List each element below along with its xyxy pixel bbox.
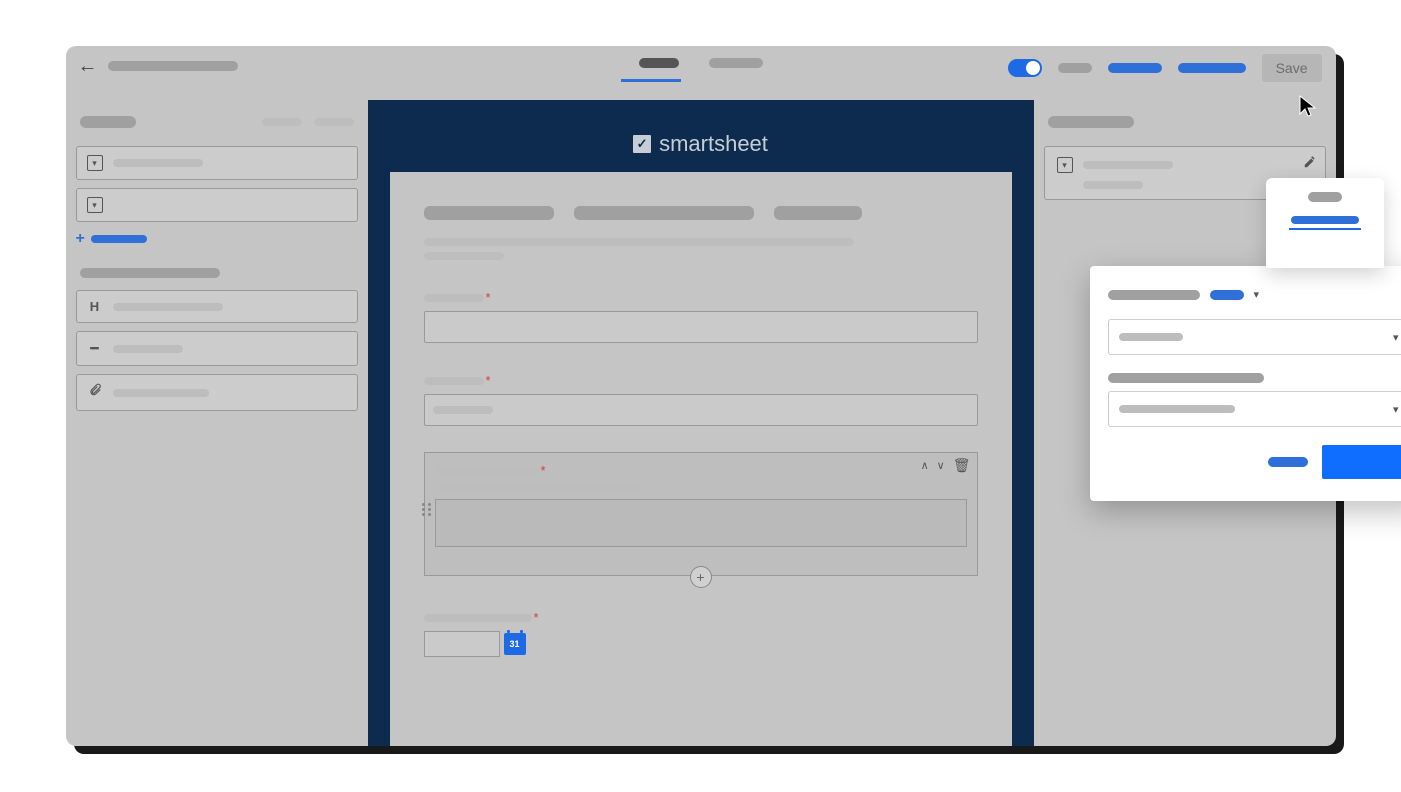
add-option-button[interactable]: + (690, 566, 712, 588)
sidebar-action-2[interactable] (314, 118, 354, 126)
element-header[interactable]: H (76, 290, 358, 323)
toggle-label (1058, 63, 1092, 73)
brand-logo: smartsheet (633, 116, 768, 172)
form-field-1-label (424, 294, 484, 302)
form-canvas: smartsheet * (368, 100, 1034, 746)
popover-confirm-button[interactable] (1322, 445, 1401, 479)
tab-underline (621, 79, 681, 82)
popover-label-2 (1108, 373, 1264, 383)
popover-select-2[interactable]: ▾ (1108, 391, 1401, 427)
element-attachment-label (113, 389, 209, 397)
form-field-4-label (424, 614, 532, 622)
form-field-3-selected[interactable]: ∧ ∨ 🗑 * + (424, 452, 978, 576)
sidebar-right-heading (1044, 112, 1326, 132)
form-field-2: * (424, 373, 978, 426)
form-field-1-input[interactable] (424, 311, 978, 343)
calendar-icon[interactable]: 31 (504, 633, 526, 655)
form-field-3-input[interactable] (435, 499, 967, 547)
element-attachment[interactable] (76, 374, 358, 411)
drag-handle-icon[interactable] (422, 503, 432, 516)
sidebar-action-1[interactable] (262, 118, 302, 126)
pencil-icon[interactable] (1303, 155, 1317, 174)
required-star-icon: * (541, 463, 546, 478)
form-field-2-input[interactable] (424, 394, 978, 426)
form-panel: * * ∧ ∨ 🗑 (390, 172, 1012, 746)
form-field-1: * (424, 290, 978, 343)
chevron-down-icon: ▾ (1393, 331, 1399, 344)
form-desc-line2 (424, 252, 504, 260)
date-input[interactable] (424, 631, 500, 657)
paperclip-icon (87, 383, 103, 402)
page-title (108, 61, 238, 71)
required-star-icon: * (486, 373, 491, 388)
divider-icon: ━ (87, 340, 103, 357)
element-divider[interactable]: ━ (76, 331, 358, 366)
form-desc-line1 (424, 238, 854, 246)
header-link-2[interactable] (1178, 63, 1246, 73)
move-down-icon[interactable]: ∨ (937, 459, 945, 472)
chevron-down-icon[interactable]: ▾ (1254, 288, 1260, 301)
trash-icon[interactable]: 🗑 (953, 457, 971, 474)
header-actions: Save (1008, 54, 1322, 82)
form-title-3 (774, 206, 862, 220)
form-field-2-label (424, 377, 484, 385)
tab-build[interactable] (639, 58, 679, 68)
header-tabs (639, 58, 763, 68)
popover-select-2-value (1119, 405, 1235, 413)
popover-condition-prefix (1108, 290, 1200, 300)
plus-icon: + (76, 230, 85, 248)
field-item-2[interactable]: ▾ (76, 188, 358, 222)
element-divider-label (113, 345, 183, 353)
form-field-2-value (433, 406, 493, 414)
form-title-2 (574, 206, 754, 220)
move-up-icon[interactable]: ∧ (921, 459, 929, 472)
required-star-icon: * (534, 610, 539, 625)
popover-select-1-value (1119, 333, 1183, 341)
add-field-label (91, 235, 147, 243)
element-header-label (113, 303, 223, 311)
rule-line2 (1083, 181, 1143, 189)
back-arrow-icon[interactable]: ← (78, 55, 98, 78)
form-field-3-help (435, 484, 645, 491)
popover-tab-label (1308, 192, 1342, 202)
sidebar-left: ▾ ▾ + H ━ (66, 100, 368, 746)
popover-link-label (1291, 216, 1359, 224)
header-link-1[interactable] (1108, 63, 1162, 73)
add-field-link[interactable]: + (76, 230, 358, 248)
heading-icon: H (87, 299, 103, 314)
popover-footer (1108, 445, 1401, 479)
popover-tab (1266, 178, 1384, 268)
tab-settings[interactable] (709, 58, 763, 68)
popover-select-1[interactable]: ▾ (1108, 319, 1401, 355)
form-field-3-label (435, 467, 539, 475)
save-button[interactable]: Save (1262, 54, 1322, 82)
sidebar-right-title (1048, 116, 1134, 128)
required-star-icon: * (486, 290, 491, 305)
app-frame: ← Save ▾ ▾ (66, 46, 1336, 746)
rule-line1 (1083, 161, 1173, 169)
sidebar-left-title (80, 116, 136, 128)
chevron-down-icon: ▾ (1393, 403, 1399, 416)
form-title-1 (424, 206, 554, 220)
field-toolbar: ∧ ∨ 🗑 (921, 457, 971, 474)
toggle-switch[interactable] (1008, 59, 1042, 77)
popover-cancel-button[interactable] (1268, 457, 1308, 467)
popover-condition-value[interactable] (1210, 290, 1244, 300)
field-item-1[interactable]: ▾ (76, 146, 358, 180)
brand-text: smartsheet (659, 131, 768, 157)
sidebar-left-heading (76, 112, 358, 132)
brand-check-icon (633, 135, 651, 153)
logic-popover: ▾ ▾ ▾ (1090, 266, 1401, 501)
dropdown-icon: ▾ (1057, 157, 1073, 173)
dropdown-icon: ▾ (87, 197, 103, 213)
form-field-4: * 31 (424, 610, 978, 657)
popover-tab-link[interactable] (1289, 216, 1361, 230)
form-elements-label (80, 268, 220, 278)
dropdown-icon: ▾ (87, 155, 103, 171)
field-item-1-label (113, 159, 203, 167)
popover-condition-row: ▾ (1108, 288, 1401, 301)
